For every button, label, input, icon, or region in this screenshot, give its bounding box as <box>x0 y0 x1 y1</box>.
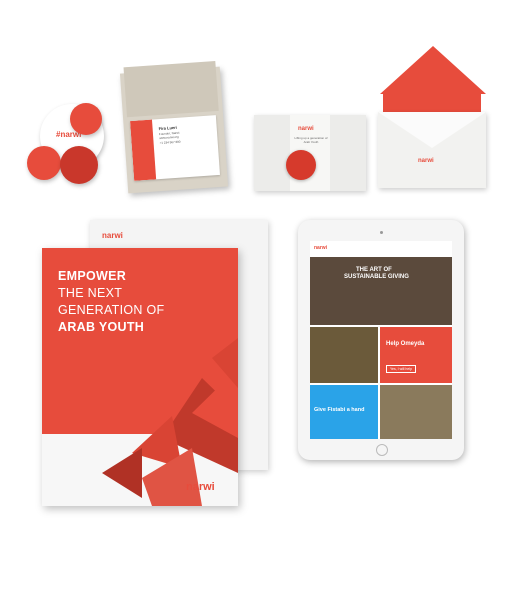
envelope-fold <box>378 112 486 148</box>
wax-seal <box>286 150 316 180</box>
tile-photo-man <box>310 327 378 383</box>
card-line-3: +1 234 567 890 <box>159 139 181 145</box>
badge-bottom-right <box>60 146 98 184</box>
tile1-button[interactable]: Yes, I will help <box>386 365 417 373</box>
brochure-footer-logo: narwi <box>186 481 215 493</box>
brochure-headline: EMPOWER THE NEXT GENERATION OF ARAB YOUT… <box>58 268 228 336</box>
tile2-title: Give Fistabi a hand <box>314 407 365 413</box>
open-envelope-logo: narwi <box>418 158 434 164</box>
tile1-title: Help Omeyda <box>386 341 425 347</box>
headline-line-3: GENERATION OF <box>58 303 165 317</box>
headline-line-4: ARAB YOUTH <box>58 320 145 334</box>
badge-small-top <box>70 103 102 135</box>
badge-bottom-left <box>27 146 61 180</box>
business-card: Fira Lueri Founder, Narwi www.narwi.org … <box>130 115 220 181</box>
letterhead-logo: narwi <box>102 231 123 240</box>
tablet-screen: narwi THE ART OF SUSTAINABLE GIVING Help… <box>310 241 452 439</box>
screen-logo: narwi <box>314 245 328 251</box>
card-stripe <box>130 119 157 181</box>
envelope-tagline: Lifting up a generation of Arab Youth <box>294 136 328 144</box>
envelope-logo: narwi <box>298 126 314 132</box>
tile-red <box>380 327 452 383</box>
hero-title-1: THE ART OF <box>356 267 392 273</box>
tile-photo-children <box>380 385 452 439</box>
headline-line-1: EMPOWER <box>58 269 127 283</box>
headline-line-2: THE NEXT <box>58 286 123 300</box>
tablet-camera <box>380 231 383 234</box>
tablet-home-button[interactable] <box>376 444 388 456</box>
hero-title-2: SUSTAINABLE GIVING <box>344 274 409 280</box>
